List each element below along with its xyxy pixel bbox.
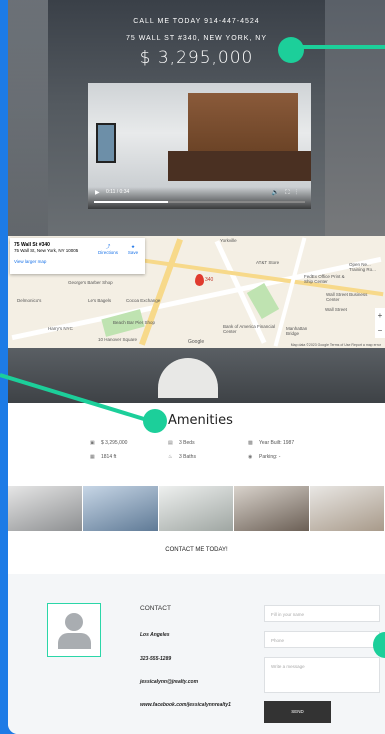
video-control-icons[interactable]: 🔊⛶⋮ [272,189,303,197]
amenities-title: Amenities [168,413,233,428]
avatar-body-icon [58,633,91,649]
play-icon[interactable]: ▶ [95,189,100,196]
video-time: 0:11 / 0:34 [106,189,130,195]
gallery-photo[interactable] [8,486,84,531]
map-info-card: 75 Wall St #340 75 Wall St, New York, NY… [10,238,145,274]
google-logo: Google [188,339,205,345]
map-label: Yorkville [220,238,237,243]
map-label: 10 Hanover Square [98,337,138,342]
send-button[interactable]: SEND [264,701,331,723]
video-frame-window [96,123,116,163]
location-pin-icon[interactable] [195,274,204,286]
name-field[interactable]: Fill in your name [264,605,380,622]
contact-city: Los Angeles [140,632,170,638]
video-frame-counter [168,151,311,181]
contact-facebook[interactable]: www.facebook.com/jessicalynnrealty1 [140,702,231,708]
contact-phone: 323-555-1289 [140,656,172,662]
gallery-photo[interactable] [234,486,310,531]
map-label: Le's Bagels [88,298,112,303]
zoom-in-icon[interactable]: + [375,308,385,323]
amenity-price: ▣ $ 3,295,000 [90,440,127,446]
amenity-parking: ◉ Parking: - [248,454,280,460]
map-road [139,238,183,346]
photo-gallery [8,486,385,531]
directions-button[interactable]: ⤴ Directions [98,244,118,255]
map-label: FedEx Office Print & Ship Center [304,274,345,284]
zoom-out-icon[interactable]: − [375,323,385,338]
bed-icon: ▤ [168,440,173,446]
save-label: Save [127,250,139,255]
map-label: Manhattan Bridge [286,326,308,336]
amenity-price-text: $ 3,295,000 [101,440,128,446]
map[interactable]: 75 Wall St #340 75 Wall St, New York, NY… [8,236,385,348]
call-text: CALL ME TODAY 914-447-4524 [133,18,260,25]
message-field[interactable]: Write a message [264,657,380,693]
amenity-baths: ♨ 3 Baths [168,454,196,460]
map-label: George's Barber Shop [68,280,113,285]
amenity-beds: ▤ 3 Beds [168,440,195,446]
map-label: Cocoa Exchange [126,298,161,303]
amenity-parking-text: Parking: - [259,454,281,460]
amenity-area: ▦ 1814 ft [90,454,116,460]
amenity-year-text: Year Built: 1987 [259,440,295,446]
price-icon: ▣ [90,440,95,446]
map-label: Beach Bar Pier Shop [113,320,156,325]
amenity-area-text: 1814 ft [101,454,117,460]
contact-title: CONTACT [140,605,171,612]
gallery-photo[interactable] [158,486,235,531]
avatar-head-icon [65,613,83,631]
amenity-baths-text: 3 Baths [179,454,196,460]
annotation-dot [278,37,304,63]
directions-label: Directions [98,250,119,255]
video-progress-bar[interactable] [94,201,305,203]
save-button[interactable]: ★ Save [125,244,141,255]
map-label: Delmonico's [17,298,42,303]
area-icon: ▦ [90,454,95,460]
map-label: Wall Street Business Center [326,292,368,302]
video-player[interactable]: ▶ 0:11 / 0:34 🔊⛶⋮ [88,83,311,209]
amenity-beds-text: 3 Beds [179,440,195,446]
contact-email[interactable]: jessicalynn@jrealty.com [140,679,198,685]
phone-field[interactable]: Phone [264,631,380,648]
hero-text: CALL ME TODAY 914-447-4524 75 WALL ST #3… [8,18,385,68]
map-label: AT&T Store [256,260,280,265]
gallery-photo[interactable] [309,486,385,531]
listing-address: 75 WALL ST #340, NEW YORK, NY [125,35,268,42]
amenity-year: ▩ Year Built: 1987 [248,440,294,446]
listing-price: $ 3,295,000 [139,48,254,68]
listing-page: CALL ME TODAY 914-447-4524 75 WALL ST #3… [8,0,385,734]
annotation-dot [143,409,167,433]
video-frame-cabinets [188,93,298,153]
bath-icon: ♨ [168,454,173,460]
hero-section: CALL ME TODAY 914-447-4524 75 WALL ST #3… [8,0,385,236]
view-larger-map-link[interactable]: View larger map [14,259,141,264]
map-card-address: 75 Wall St, New York, NY 10005 [14,248,79,253]
map-label: Bank of America Financial Center [223,324,276,334]
gallery-photo[interactable] [83,486,159,531]
annotation-line [296,45,385,49]
contact-me-link[interactable]: CONTACT ME TODAY! [8,547,385,553]
map-zoom-control[interactable]: + − [375,308,385,338]
map-attribution[interactable]: Map data ©2023 Google Terms of Use Repor… [291,343,381,347]
contact-footer: CONTACT Los Angeles 323-555-1289 jessica… [8,574,385,734]
map-label: Harry's NYC [48,326,73,331]
pin-label: 340 [205,277,214,283]
video-progress-fill [94,201,168,203]
chart-icon: ▩ [248,440,253,446]
parking-icon: ◉ [248,454,253,460]
avatar [47,603,101,657]
bathroom-sink-shape [158,358,218,398]
map-label: Open Ne... Training Ro... [349,262,376,272]
map-label: Wall Street [325,307,347,312]
